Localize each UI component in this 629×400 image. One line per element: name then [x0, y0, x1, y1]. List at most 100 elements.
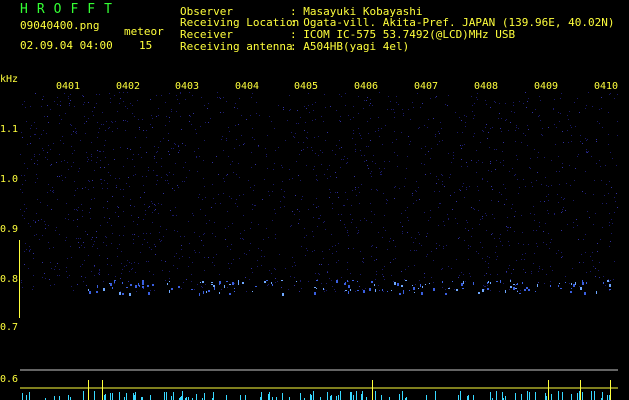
noise-pixel [404, 279, 405, 280]
noise-pixel [142, 244, 143, 245]
noise-pixel [251, 268, 252, 269]
noise-pixel [74, 181, 75, 182]
noise-pixel [227, 287, 228, 288]
noise-pixel [506, 271, 507, 272]
noise-pixel [560, 113, 561, 114]
noise-pixel [25, 243, 26, 244]
noise-pixel [118, 207, 119, 208]
noise-pixel [33, 253, 34, 254]
noise-pixel [118, 216, 119, 217]
noise-pixel [421, 245, 422, 246]
noise-pixel [143, 130, 144, 131]
noise-pixel [530, 158, 531, 159]
noise-pixel [62, 136, 63, 137]
noise-pixel [355, 291, 356, 292]
noise-pixel [246, 119, 247, 120]
noise-pixel [416, 200, 417, 201]
noise-pixel [436, 183, 437, 184]
noise-pixel [442, 140, 443, 141]
noise-pixel [24, 204, 25, 205]
noise-pixel [96, 94, 97, 95]
noise-pixel [296, 123, 297, 124]
noise-pixel [598, 270, 599, 271]
noise-pixel [93, 187, 94, 188]
noise-pixel [562, 209, 563, 210]
noise-pixel [382, 237, 383, 238]
noise-pixel [517, 179, 518, 180]
noise-pixel [239, 177, 240, 178]
noise-pixel [174, 256, 175, 257]
noise-pixel [552, 270, 553, 271]
noise-pixel [221, 289, 222, 290]
echo-bar [468, 395, 469, 400]
noise-pixel [456, 201, 457, 202]
noise-pixel [100, 160, 101, 161]
noise-pixel [35, 222, 36, 223]
signal-pixel [609, 289, 611, 290]
noise-pixel [346, 163, 347, 164]
noise-pixel [606, 184, 607, 185]
noise-pixel [30, 106, 31, 107]
noise-pixel [465, 122, 466, 123]
noise-pixel [244, 253, 245, 254]
noise-pixel [289, 95, 290, 96]
noise-pixel [252, 204, 253, 205]
noise-pixel [458, 238, 459, 239]
noise-pixel [252, 272, 253, 273]
noise-pixel [501, 194, 502, 195]
noise-pixel [134, 166, 135, 167]
noise-pixel [436, 248, 437, 249]
meteor-marker [88, 380, 89, 400]
noise-pixel [67, 162, 68, 163]
noise-pixel [407, 207, 408, 208]
noise-pixel [211, 207, 212, 208]
signal-pixel [178, 286, 180, 288]
signal-pixel [363, 290, 365, 293]
noise-pixel [345, 227, 346, 228]
noise-pixel [216, 156, 217, 157]
noise-pixel [172, 188, 173, 189]
noise-pixel [71, 166, 72, 167]
noise-pixel [482, 162, 483, 163]
noise-pixel [132, 105, 133, 106]
noise-pixel [59, 275, 60, 276]
echo-bar [607, 395, 608, 400]
echo-bar [164, 392, 165, 400]
noise-pixel [117, 111, 118, 112]
noise-pixel [357, 233, 358, 234]
noise-pixel [374, 214, 375, 215]
noise-pixel [170, 210, 171, 211]
noise-pixel [304, 228, 305, 229]
noise-pixel [225, 239, 226, 240]
noise-pixel [37, 160, 38, 161]
noise-pixel [394, 112, 395, 113]
signal-pixel [169, 290, 170, 293]
noise-pixel [159, 239, 160, 240]
noise-pixel [182, 143, 183, 144]
noise-pixel [61, 161, 62, 162]
noise-pixel [107, 208, 108, 209]
noise-pixel [377, 190, 378, 191]
noise-pixel [335, 192, 336, 193]
noise-pixel [316, 179, 317, 180]
noise-pixel [334, 289, 335, 290]
noise-pixel [455, 112, 456, 113]
noise-pixel [341, 147, 342, 148]
noise-pixel [380, 174, 381, 175]
noise-pixel [303, 142, 304, 143]
noise-pixel [29, 246, 30, 247]
noise-pixel [595, 276, 596, 277]
noise-pixel [548, 186, 549, 187]
noise-pixel [471, 207, 472, 208]
noise-pixel [427, 233, 428, 234]
noise-pixel [578, 154, 579, 155]
noise-pixel [369, 105, 370, 106]
noise-pixel [531, 271, 532, 272]
noise-pixel [283, 196, 284, 197]
noise-pixel [539, 115, 540, 116]
noise-pixel [144, 239, 145, 240]
noise-pixel [277, 281, 278, 282]
noise-pixel [351, 205, 352, 206]
y-tick-1.0: 1.0 [0, 174, 19, 185]
noise-pixel [540, 100, 541, 101]
